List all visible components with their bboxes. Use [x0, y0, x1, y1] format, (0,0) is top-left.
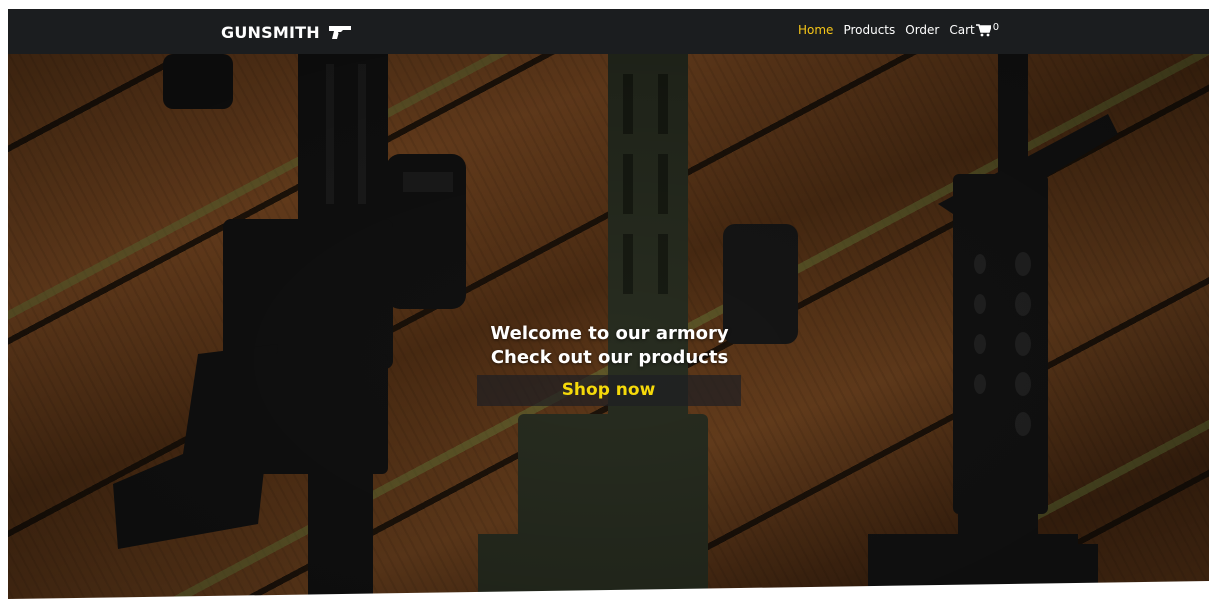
hero-bottom-edge: [8, 581, 1209, 610]
pistol-icon: [328, 26, 351, 39]
shop-now-button[interactable]: Shop now: [476, 375, 741, 406]
hero-banner: Welcome to our armory Check out our prod…: [8, 54, 1209, 610]
page: GUNSMITH Home Products Order Cart 0 Welc…: [8, 9, 1209, 610]
shopping-cart-icon: [975, 23, 991, 36]
brand-name: GUNSMITH: [221, 22, 320, 42]
cart-label: Cart: [949, 23, 975, 37]
cart-count: 0: [992, 21, 1000, 33]
nav-menu: Home Products Order Cart 0: [798, 21, 1000, 38]
brand-logo-link[interactable]: GUNSMITH: [221, 21, 352, 43]
nav-link-home[interactable]: Home: [798, 23, 833, 37]
hero-heading-line1: Welcome to our armory: [490, 323, 729, 344]
hero-heading-line2: Check out our products: [490, 347, 729, 368]
hero-content: Welcome to our armory Check out our prod…: [8, 322, 1209, 406]
nav-link-cart[interactable]: Cart 0: [949, 21, 1000, 38]
nav-link-products[interactable]: Products: [843, 23, 895, 37]
nav-link-order[interactable]: Order: [905, 23, 939, 37]
navbar: GUNSMITH Home Products Order Cart 0: [8, 9, 1209, 54]
